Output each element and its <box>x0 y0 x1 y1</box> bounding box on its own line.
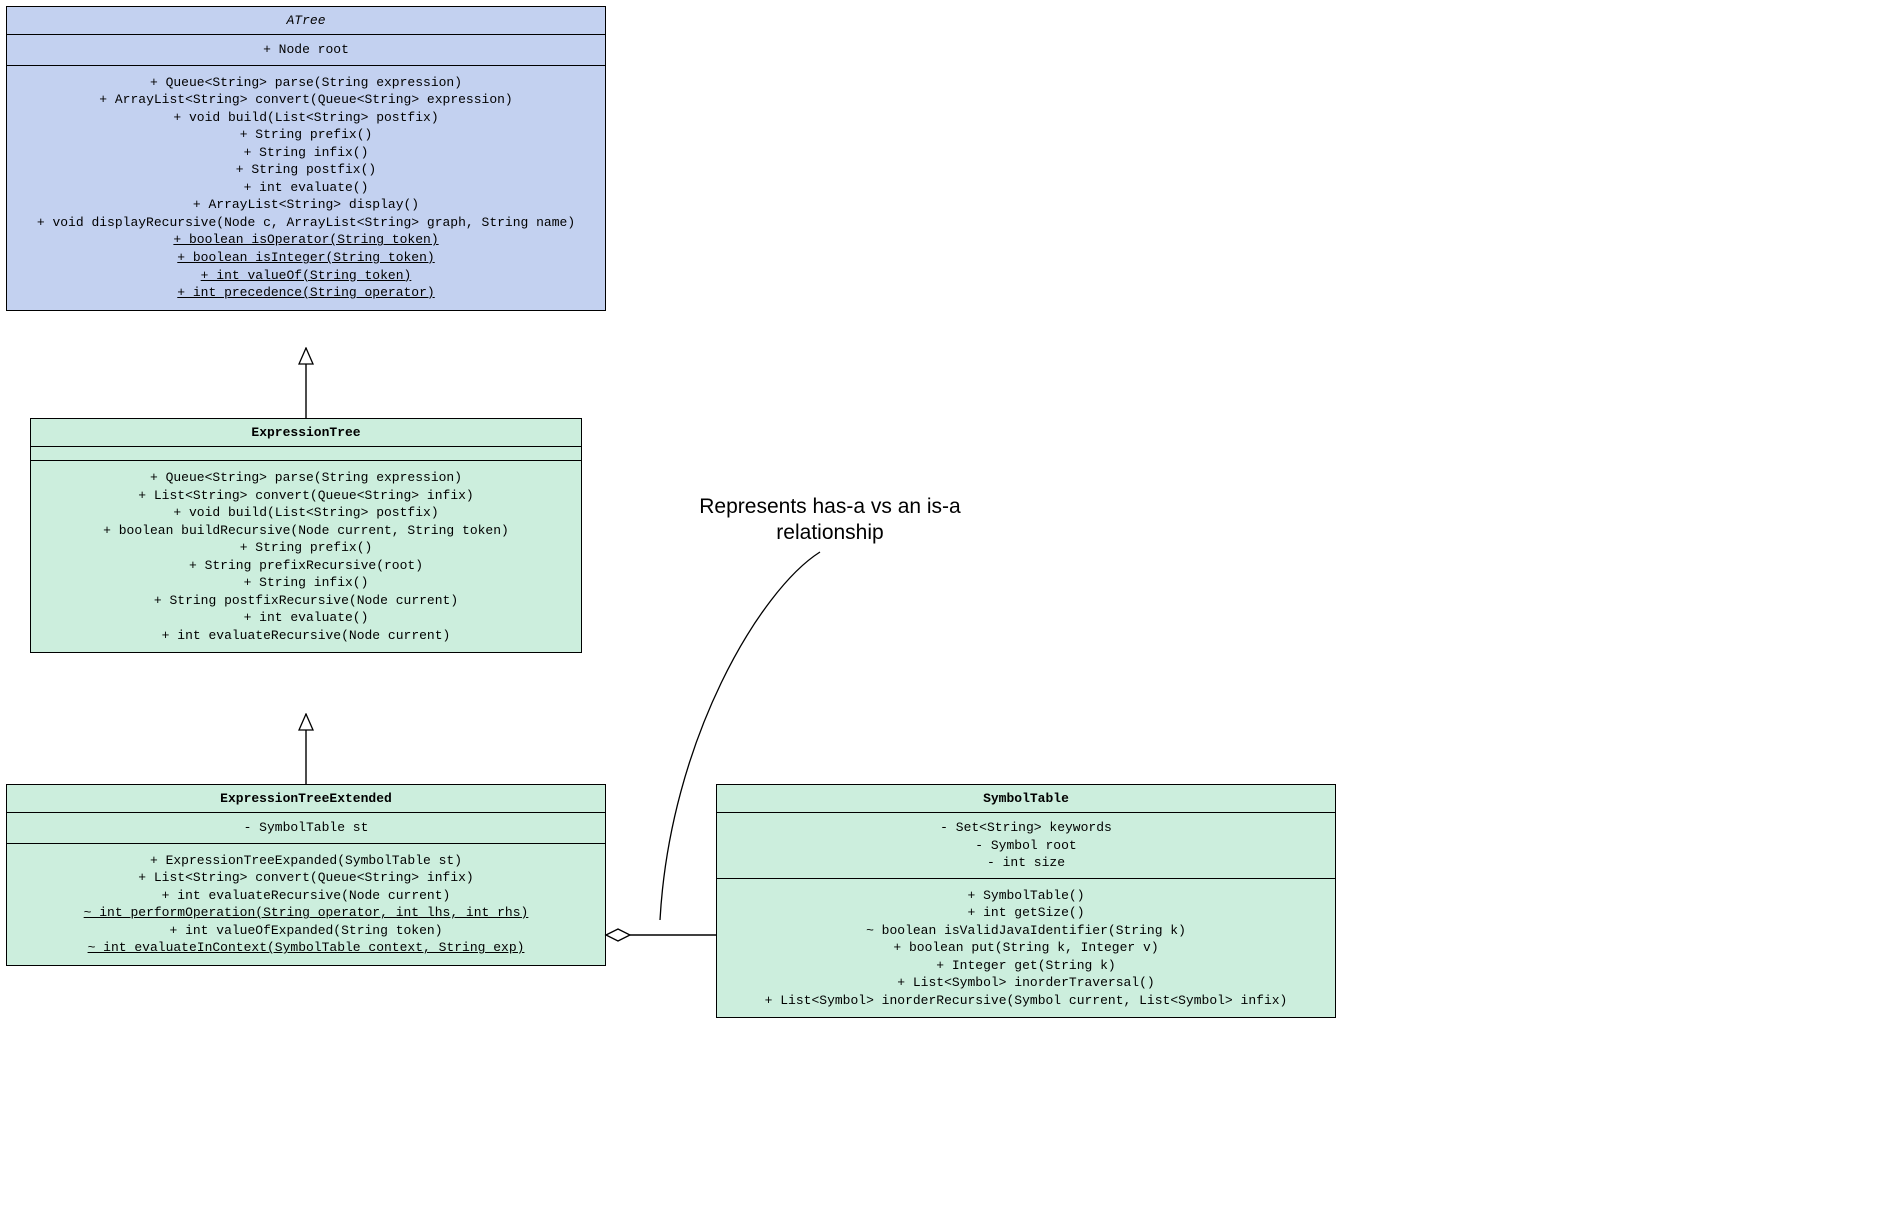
diagram-canvas: ATree + Node root + Queue<String> parse(… <box>0 0 1884 1212</box>
symtab-op-is-valid-java-identifier: ~ boolean isValidJavaIdentifier(String k… <box>725 922 1327 940</box>
atree-op-infix: + String infix() <box>15 144 597 162</box>
symtab-op-constructor: + SymbolTable() <box>725 887 1327 905</box>
class-expression-tree-extended-title: ExpressionTreeExtended <box>7 785 605 813</box>
etree-ext-title-text: ExpressionTreeExtended <box>220 791 392 806</box>
etree-ext-op-perform-operation: ~ int performOperation(String operator, … <box>15 904 597 922</box>
etree-ext-op-value-of-expanded: + int valueOfExpanded(String token) <box>15 922 597 940</box>
class-symbol-table-attrs: - Set<String> keywords - Symbol root - i… <box>717 813 1335 879</box>
symtab-title-text: SymbolTable <box>983 791 1069 806</box>
atree-op-value-of: + int valueOf(String token) <box>15 267 597 285</box>
class-expression-tree-title: ExpressionTree <box>31 419 581 447</box>
etree-ext-op-constructor: + ExpressionTreeExpanded(SymbolTable st) <box>15 852 597 870</box>
atree-op-postfix: + String postfix() <box>15 161 597 179</box>
class-expression-tree-ops: + Queue<String> parse(String expression)… <box>31 461 581 652</box>
atree-op-evaluate: + int evaluate() <box>15 179 597 197</box>
etree-ext-op-evaluate-in-context: ~ int evaluateInContext(SymbolTable cont… <box>15 939 597 957</box>
etree-op-evaluate: + int evaluate() <box>39 609 573 627</box>
class-expression-tree-extended: ExpressionTreeExtended - SymbolTable st … <box>6 784 606 966</box>
atree-op-display-recursive: + void displayRecursive(Node c, ArrayLis… <box>15 214 597 232</box>
etree-op-build-recursive: + boolean buildRecursive(Node current, S… <box>39 522 573 540</box>
aggregation-diamond-icon <box>606 929 630 941</box>
atree-op-parse: + Queue<String> parse(String expression) <box>15 74 597 92</box>
etree-op-build: + void build(List<String> postfix) <box>39 504 573 522</box>
symtab-op-inorder-recursive: + List<Symbol> inorderRecursive(Symbol c… <box>725 992 1327 1010</box>
etree-op-evaluate-recursive: + int evaluateRecursive(Node current) <box>39 627 573 645</box>
class-symbol-table-title: SymbolTable <box>717 785 1335 813</box>
class-expression-tree-attrs <box>31 447 581 461</box>
atree-op-convert: + ArrayList<String> convert(Queue<String… <box>15 91 597 109</box>
class-symbol-table: SymbolTable - Set<String> keywords - Sym… <box>716 784 1336 1018</box>
annotation-has-a: Represents has-a vs an is-a relationship <box>670 494 990 547</box>
etree-ext-attr-st: - SymbolTable st <box>15 819 597 837</box>
symtab-attr-size: - int size <box>725 854 1327 872</box>
etree-op-infix: + String infix() <box>39 574 573 592</box>
atree-op-prefix: + String prefix() <box>15 126 597 144</box>
class-atree: ATree + Node root + Queue<String> parse(… <box>6 6 606 311</box>
class-expression-tree-extended-ops: + ExpressionTreeExpanded(SymbolTable st)… <box>7 844 605 965</box>
class-symbol-table-ops: + SymbolTable() + int getSize() ~ boolea… <box>717 879 1335 1018</box>
etree-op-parse: + Queue<String> parse(String expression) <box>39 469 573 487</box>
atree-op-display: + ArrayList<String> display() <box>15 196 597 214</box>
atree-op-precedence: + int precedence(String operator) <box>15 284 597 302</box>
symtab-attr-keywords: - Set<String> keywords <box>725 819 1327 837</box>
atree-op-is-operator: + boolean isOperator(String token) <box>15 231 597 249</box>
atree-op-build: + void build(List<String> postfix) <box>15 109 597 127</box>
class-expression-tree-extended-attrs: - SymbolTable st <box>7 813 605 844</box>
etree-title-text: ExpressionTree <box>251 425 360 440</box>
atree-attr-root: + Node root <box>15 41 597 59</box>
symtab-op-get: + Integer get(String k) <box>725 957 1327 975</box>
symtab-op-put: + boolean put(String k, Integer v) <box>725 939 1327 957</box>
class-atree-title: ATree <box>7 7 605 35</box>
annotation-line2: relationship <box>670 520 990 546</box>
atree-op-is-integer: + boolean isInteger(String token) <box>15 249 597 267</box>
aggregation-line <box>606 929 716 941</box>
symtab-op-get-size: + int getSize() <box>725 904 1327 922</box>
class-atree-attrs: + Node root <box>7 35 605 66</box>
etree-op-postfix-recursive: + String postfixRecursive(Node current) <box>39 592 573 610</box>
etree-ext-op-convert: + List<String> convert(Queue<String> inf… <box>15 869 597 887</box>
etree-op-prefix: + String prefix() <box>39 539 573 557</box>
etree-op-convert: + List<String> convert(Queue<String> inf… <box>39 487 573 505</box>
symtab-op-inorder-traversal: + List<Symbol> inorderTraversal() <box>725 974 1327 992</box>
etree-ext-op-evaluate-recursive: + int evaluateRecursive(Node current) <box>15 887 597 905</box>
class-atree-ops: + Queue<String> parse(String expression)… <box>7 66 605 310</box>
atree-title-text: ATree <box>286 13 325 28</box>
etree-op-prefix-recursive: + String prefixRecursive(root) <box>39 557 573 575</box>
annotation-line1: Represents has-a vs an is-a <box>670 494 990 520</box>
symtab-attr-root: - Symbol root <box>725 837 1327 855</box>
class-expression-tree: ExpressionTree + Queue<String> parse(Str… <box>30 418 582 653</box>
